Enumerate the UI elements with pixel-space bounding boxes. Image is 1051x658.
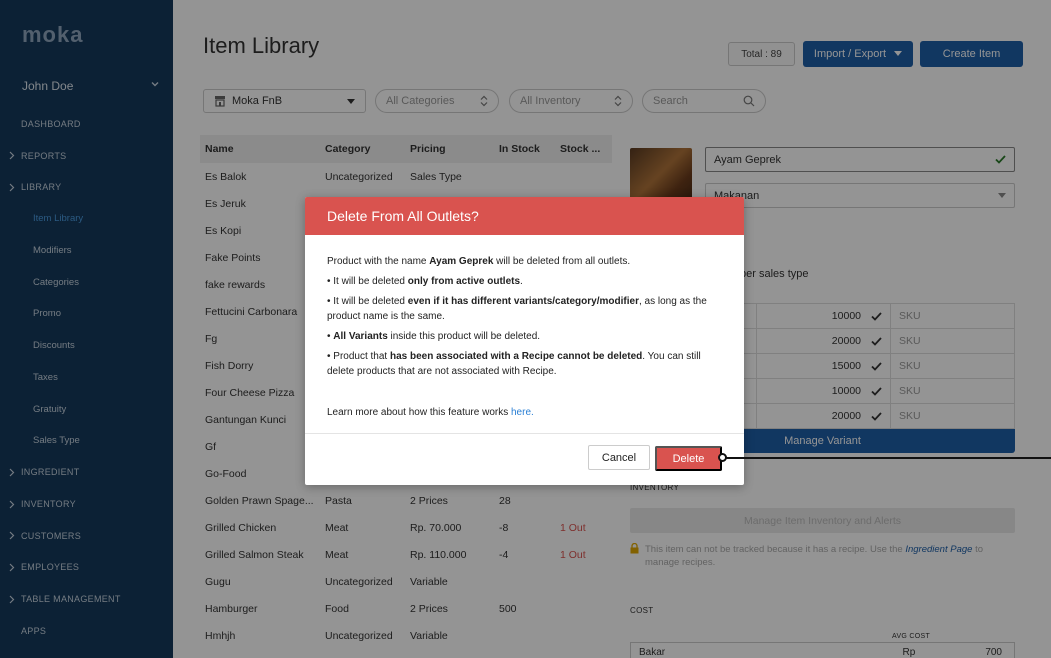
dialog-bullet-3: • All Variants inside this product will …	[327, 331, 541, 342]
dialog-footer: Cancel Delete	[305, 433, 744, 485]
cancel-button[interactable]: Cancel	[588, 445, 650, 470]
dialog-bullet-1: • It will be deleted only from active ou…	[327, 276, 523, 287]
delete-confirm-dialog: Delete From All Outlets? Product with th…	[305, 197, 744, 485]
dialog-title: Delete From All Outlets?	[305, 197, 744, 235]
dialog-line-1: Product with the name Ayam Geprek will b…	[327, 256, 631, 267]
dialog-learn-more: Learn more about how this feature works …	[327, 407, 534, 418]
learn-more-link[interactable]: here.	[511, 407, 534, 418]
callout-dot	[718, 453, 727, 462]
dialog-bullet-4: • Product that has been associated with …	[327, 351, 701, 377]
delete-button[interactable]: Delete	[655, 446, 722, 471]
dialog-body: Product with the name Ayam Geprek will b…	[305, 235, 744, 420]
callout-line	[726, 457, 1051, 459]
dialog-bullet-2: • It will be deleted even if it has diff…	[327, 296, 707, 322]
